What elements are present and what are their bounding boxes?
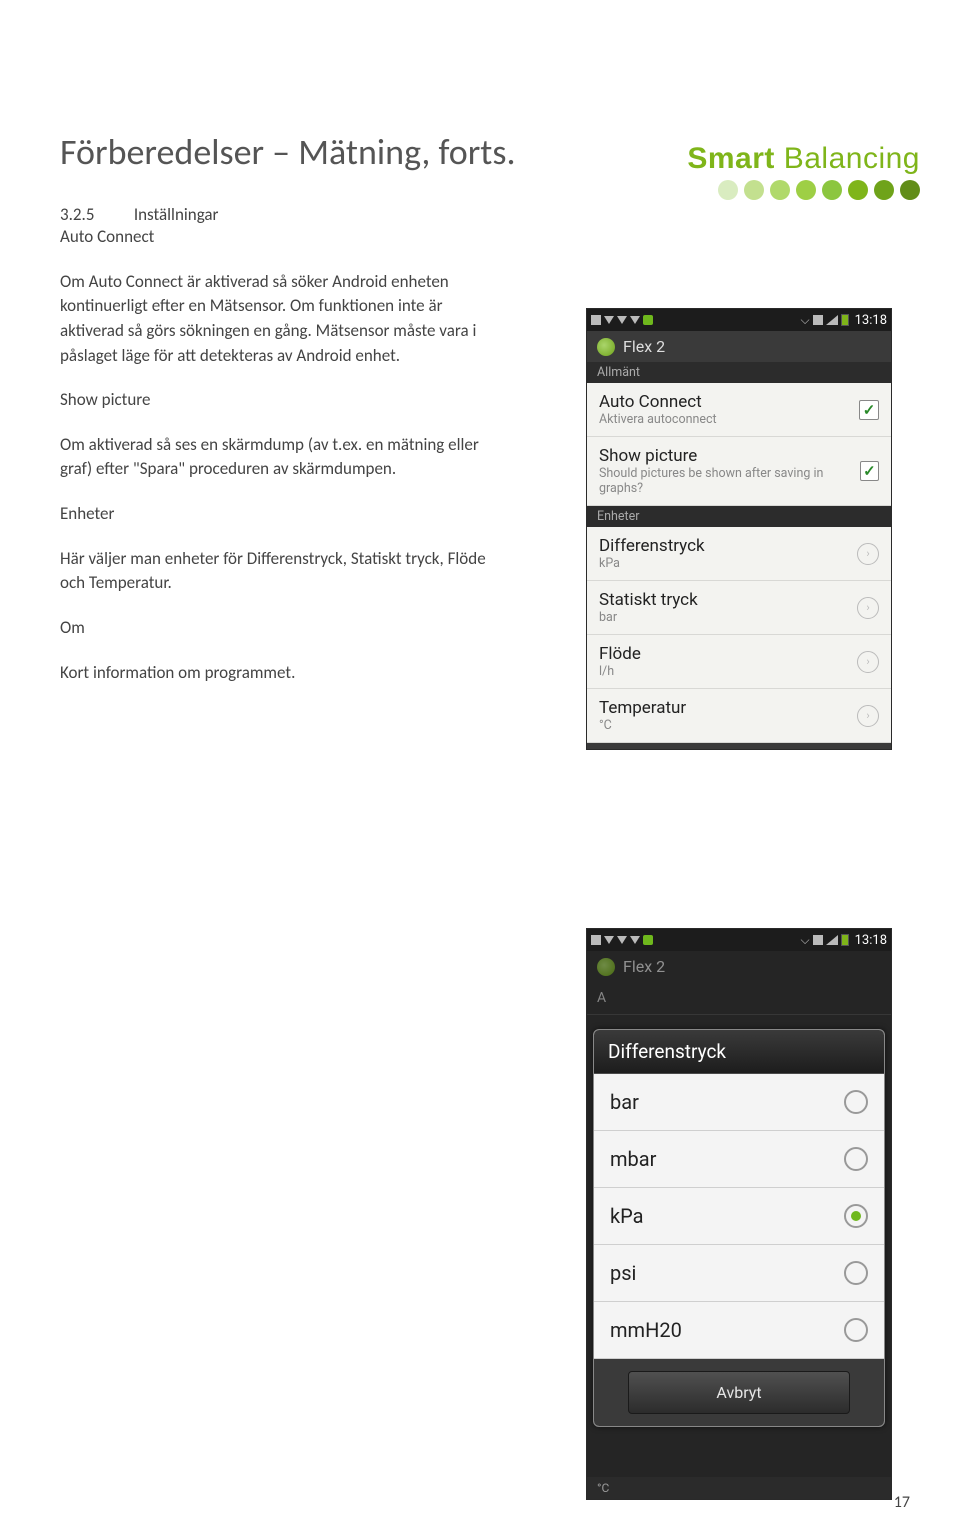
app-header: Flex 2 xyxy=(587,331,891,362)
notif-icon xyxy=(591,935,601,945)
option-label: psi xyxy=(610,1261,636,1285)
brand-text: Smart Balancing xyxy=(687,142,920,176)
row-title: Auto Connect xyxy=(599,392,717,412)
sync-icon xyxy=(813,935,823,945)
status-time: 13:18 xyxy=(855,933,887,948)
show-picture-heading: Show picture xyxy=(60,388,500,413)
bg-footer: °C xyxy=(587,1477,891,1499)
cancel-button[interactable]: Avbryt xyxy=(628,1371,850,1414)
option-kpa[interactable]: kPa xyxy=(594,1188,884,1245)
download-icon xyxy=(617,316,627,324)
option-label: bar xyxy=(610,1090,639,1114)
chevron-right-icon: › xyxy=(857,705,879,727)
screenshot-unit-dialog: ⌵ 13:18 Flex 2 A Differenstryck bar mbar xyxy=(586,928,892,1500)
battery-icon xyxy=(841,934,849,946)
screenshot-settings: ⌵ 13:18 Flex 2 Allmänt Auto Connect Akti… xyxy=(586,308,892,750)
row-sub: bar xyxy=(599,610,698,625)
status-bar: ⌵ 13:18 xyxy=(587,309,891,331)
option-label: mbar xyxy=(610,1147,656,1171)
row-show-picture[interactable]: Show picture Should pictures be shown af… xyxy=(587,437,891,506)
om-heading: Om xyxy=(60,616,500,641)
row-diff-pressure[interactable]: Differenstryck kPa › xyxy=(587,527,891,581)
status-bar: ⌵ 13:18 xyxy=(587,929,891,951)
download-icon xyxy=(630,936,640,944)
chevron-right-icon: › xyxy=(857,597,879,619)
row-flow[interactable]: Flöde l/h › xyxy=(587,635,891,689)
row-temperature[interactable]: Temperatur °C › xyxy=(587,689,891,743)
row-title: Show picture xyxy=(599,446,860,466)
bluetooth-icon: ⌵ xyxy=(801,933,810,948)
auto-connect-body: Om Auto Connect är aktiverad så söker An… xyxy=(60,270,500,369)
option-label: mmH20 xyxy=(610,1318,682,1342)
app-title: Flex 2 xyxy=(623,337,665,356)
notif-icon xyxy=(591,315,601,325)
checkbox-icon[interactable]: ✓ xyxy=(860,461,879,481)
section-number: 3.2.5 xyxy=(60,204,130,225)
app-notif-icon xyxy=(643,315,653,325)
enheter-body: Här väljer man enheter för Differenstryc… xyxy=(60,547,500,596)
unit-dialog: Differenstryck bar mbar kPa psi mmH20 xyxy=(593,1029,885,1427)
row-sub: Should pictures be shown after saving in… xyxy=(599,466,860,496)
row-sub: l/h xyxy=(599,664,641,679)
sync-icon xyxy=(813,315,823,325)
om-body: Kort information om programmet. xyxy=(60,661,500,686)
checkbox-icon[interactable]: ✓ xyxy=(859,400,879,420)
dialog-title: Differenstryck xyxy=(594,1030,884,1074)
row-title: Statiskt tryck xyxy=(599,590,698,610)
radio-icon-selected[interactable] xyxy=(844,1204,868,1228)
option-psi[interactable]: psi xyxy=(594,1245,884,1302)
row-auto-connect[interactable]: Auto Connect Aktivera autoconnect ✓ xyxy=(587,383,891,437)
chevron-right-icon: › xyxy=(857,543,879,565)
brand-logo: Smart Balancing xyxy=(687,142,920,200)
radio-icon[interactable] xyxy=(844,1147,868,1171)
option-label: kPa xyxy=(610,1204,644,1228)
signal-icon xyxy=(826,935,838,945)
brand-dots xyxy=(687,180,920,200)
page-number: 17 xyxy=(894,1493,910,1512)
enheter-heading: Enheter xyxy=(60,502,500,527)
option-mmh2o[interactable]: mmH20 xyxy=(594,1302,884,1359)
row-sub: °C xyxy=(599,718,686,733)
option-mbar[interactable]: mbar xyxy=(594,1131,884,1188)
brand-light: Balancing xyxy=(775,142,920,175)
row-title: Flöde xyxy=(599,644,641,664)
radio-icon[interactable] xyxy=(844,1261,868,1285)
row-title: Temperatur xyxy=(599,698,686,718)
app-notif-icon xyxy=(643,935,653,945)
signal-icon xyxy=(826,315,838,325)
radio-icon[interactable] xyxy=(844,1090,868,1114)
chevron-right-icon: › xyxy=(857,651,879,673)
brand-bold: Smart xyxy=(687,142,775,175)
download-icon xyxy=(617,936,627,944)
section-units: Enheter xyxy=(587,506,891,527)
row-title: Differenstryck xyxy=(599,536,705,556)
radio-icon[interactable] xyxy=(844,1318,868,1342)
status-time: 13:18 xyxy=(855,313,887,328)
row-static-pressure[interactable]: Statiskt tryck bar › xyxy=(587,581,891,635)
option-bar[interactable]: bar xyxy=(594,1074,884,1131)
auto-connect-heading: Auto Connect xyxy=(60,225,500,250)
download-icon xyxy=(604,936,614,944)
app-icon xyxy=(597,338,615,356)
battery-icon xyxy=(841,314,849,326)
row-sub: Aktivera autoconnect xyxy=(599,412,717,427)
download-icon xyxy=(604,316,614,324)
section-heading: 3.2.5 Inställningar xyxy=(60,204,900,225)
section-title: Inställningar xyxy=(134,204,219,225)
bluetooth-icon: ⌵ xyxy=(801,313,810,328)
download-icon xyxy=(630,316,640,324)
section-general: Allmänt xyxy=(587,362,891,383)
row-sub: kPa xyxy=(599,556,705,571)
show-picture-body: Om aktiverad så ses en skärmdump (av t.e… xyxy=(60,433,500,482)
